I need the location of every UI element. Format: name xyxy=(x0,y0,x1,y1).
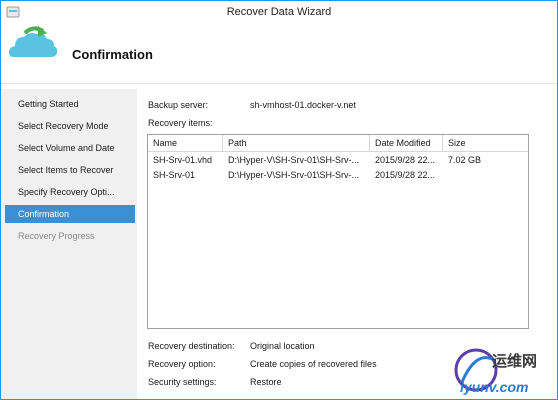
cell-date-modified: 2015/9/28 22... xyxy=(375,155,436,165)
column-header-path[interactable]: Path xyxy=(223,135,370,152)
backup-server-value: sh-vmhost-01.docker-v.net xyxy=(250,100,356,110)
recovery-destination-label: Recovery destination: xyxy=(148,341,235,351)
recovery-option-label: Recovery option: xyxy=(148,359,216,369)
wizard-header: Confirmation xyxy=(1,23,557,84)
recovery-option-value: Create copies of recovered files xyxy=(250,359,377,369)
cell-size: 7.02 GB xyxy=(448,155,482,165)
security-settings-label: Security settings: xyxy=(148,377,217,387)
cell-path: D:\Hyper-V\SH-Srv-01\SH-Srv-... xyxy=(228,155,360,165)
table-row[interactable]: SH-Srv-01.vhd D:\Hyper-V\SH-Srv-01\SH-Sr… xyxy=(148,153,528,168)
page-title: Confirmation xyxy=(72,47,153,62)
column-header-date-modified[interactable]: Date Modified xyxy=(370,135,443,152)
nav-step-recovery-progress: Recovery Progress xyxy=(18,231,95,241)
nav-step-select-volume-date[interactable]: Select Volume and Date xyxy=(5,139,135,157)
cell-name: SH-Srv-01 xyxy=(153,170,196,180)
recovery-destination-value: Original location xyxy=(250,341,315,351)
nav-step-specify-options[interactable]: Specify Recovery Opti... xyxy=(5,183,135,201)
watermark-cn-text: 运维网 xyxy=(492,352,537,370)
cell-path: D:\Hyper-V\SH-Srv-01\SH-Srv-... xyxy=(228,170,360,180)
nav-step-getting-started[interactable]: Getting Started xyxy=(5,95,135,113)
nav-step-select-recovery-mode[interactable]: Select Recovery Mode xyxy=(5,117,135,135)
security-settings-value: Restore xyxy=(250,377,282,387)
title-bar[interactable]: Recover Data Wizard xyxy=(1,1,557,23)
watermark-url-text: iyunv.com xyxy=(460,379,528,395)
nav-step-confirmation[interactable]: Confirmation xyxy=(5,205,135,223)
recovery-items-label: Recovery items: xyxy=(148,118,213,128)
cell-date-modified: 2015/9/28 22... xyxy=(375,170,436,180)
cell-size xyxy=(443,168,528,183)
table-row[interactable]: SH-Srv-01 D:\Hyper-V\SH-Srv-01\SH-Srv-..… xyxy=(148,168,528,183)
backup-server-label: Backup server: xyxy=(148,100,209,110)
cloud-recover-icon xyxy=(9,26,58,57)
window-title: Recover Data Wizard xyxy=(226,6,332,18)
column-header-size[interactable]: Size xyxy=(443,135,528,152)
cell-name: SH-Srv-01.vhd xyxy=(153,155,213,165)
watermark-logo: 运维网 iyunv.com xyxy=(454,348,537,395)
wizard-steps: Getting Started Select Recovery Mode Sel… xyxy=(1,89,137,399)
column-header-name[interactable]: Name xyxy=(148,135,223,152)
wizard-window: Recover Data Wizard Confirmation Getting… xyxy=(0,0,558,400)
nav-step-select-items[interactable]: Select Items to Recover xyxy=(5,161,135,179)
recovery-items-table[interactable]: Name Path Date Modified Size SH-Srv-01.v… xyxy=(147,134,529,329)
